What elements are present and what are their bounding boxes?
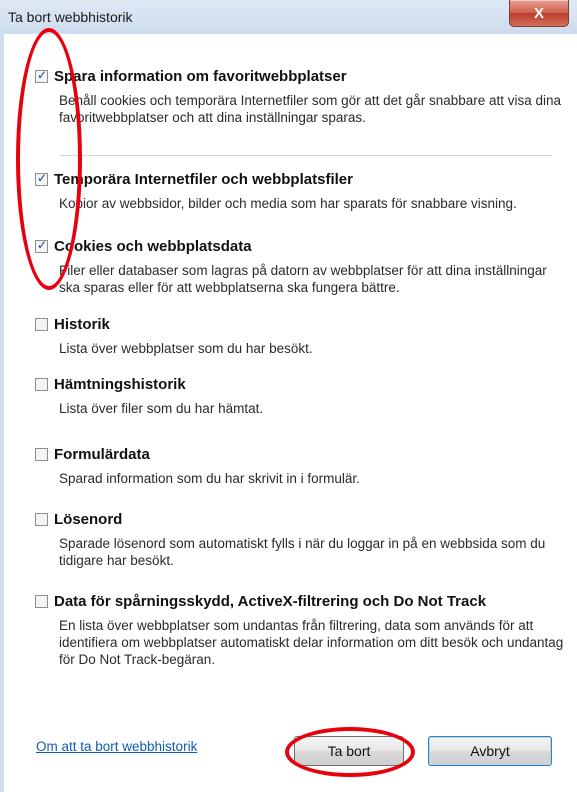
option-favorites: Spara information om favoritwebbplatser … bbox=[35, 68, 565, 126]
option-label[interactable]: Formulärdata bbox=[54, 446, 150, 463]
option-description: En lista över webbplatser som undantas f… bbox=[59, 618, 564, 667]
option-description: Behåll cookies och temporära Internetfil… bbox=[59, 93, 562, 125]
option-history: Historik Lista över webbplatser som du h… bbox=[35, 316, 565, 357]
close-icon: X bbox=[533, 4, 544, 22]
option-label[interactable]: Historik bbox=[54, 316, 110, 333]
delete-button[interactable]: Ta bort bbox=[294, 736, 404, 766]
option-label[interactable]: Spara information om favoritwebbplatser bbox=[54, 68, 347, 85]
option-form-data: Formulärdata Sparad information som du h… bbox=[35, 446, 565, 487]
checkbox-download-history[interactable] bbox=[35, 378, 48, 391]
option-passwords: Lösenord Sparade lösenord som automatisk… bbox=[35, 511, 565, 569]
divider bbox=[60, 155, 552, 156]
checkbox-form-data[interactable] bbox=[35, 448, 48, 461]
title-bar: Ta bort webbhistorik X bbox=[0, 0, 577, 35]
option-label[interactable]: Temporära Internetfiler och webbplatsfil… bbox=[54, 171, 353, 188]
dialog-content: Spara information om favoritwebbplatser … bbox=[0, 34, 577, 792]
option-description: Kopior av webbsidor, bilder och media so… bbox=[59, 196, 517, 211]
option-label[interactable]: Lösenord bbox=[54, 511, 122, 528]
option-description: Sparade lösenord som automatiskt fylls i… bbox=[59, 536, 546, 568]
option-download-history: Hämtningshistorik Lista över filer som d… bbox=[35, 376, 565, 417]
option-tracking-data: Data för spårningsskydd, ActiveX-filtrer… bbox=[35, 593, 565, 668]
window-frame bbox=[0, 34, 4, 792]
checkbox-temp-files[interactable] bbox=[35, 171, 48, 186]
option-description: Sparad information som du har skrivit in… bbox=[59, 471, 360, 486]
checkbox-favorites[interactable] bbox=[35, 68, 48, 83]
option-label[interactable]: Data för spårningsskydd, ActiveX-filtrer… bbox=[54, 593, 486, 610]
close-button[interactable]: X bbox=[509, 0, 569, 27]
checkbox-history[interactable] bbox=[35, 318, 48, 331]
option-description: Lista över webbplatser som du har besökt… bbox=[59, 341, 313, 356]
cancel-button[interactable]: Avbryt bbox=[428, 736, 552, 766]
delete-browsing-history-dialog: Ta bort webbhistorik X Spara information… bbox=[0, 0, 577, 792]
option-description: Lista över filer som du har hämtat. bbox=[59, 401, 264, 416]
dialog-title: Ta bort webbhistorik bbox=[8, 9, 133, 25]
option-label[interactable]: Hämtningshistorik bbox=[54, 376, 186, 393]
checkbox-cookies[interactable] bbox=[35, 238, 48, 253]
option-description: Filer eller databaser som lagras på dato… bbox=[59, 263, 547, 295]
checkbox-passwords[interactable] bbox=[35, 513, 48, 526]
checkbox-tracking-data[interactable] bbox=[35, 595, 48, 608]
option-label[interactable]: Cookies och webbplatsdata bbox=[54, 238, 252, 255]
option-temp-files: Temporära Internetfiler och webbplatsfil… bbox=[35, 171, 565, 212]
option-cookies: Cookies och webbplatsdata Filer eller da… bbox=[35, 238, 565, 296]
about-delete-history-link[interactable]: Om att ta bort webbhistorik bbox=[36, 739, 197, 754]
